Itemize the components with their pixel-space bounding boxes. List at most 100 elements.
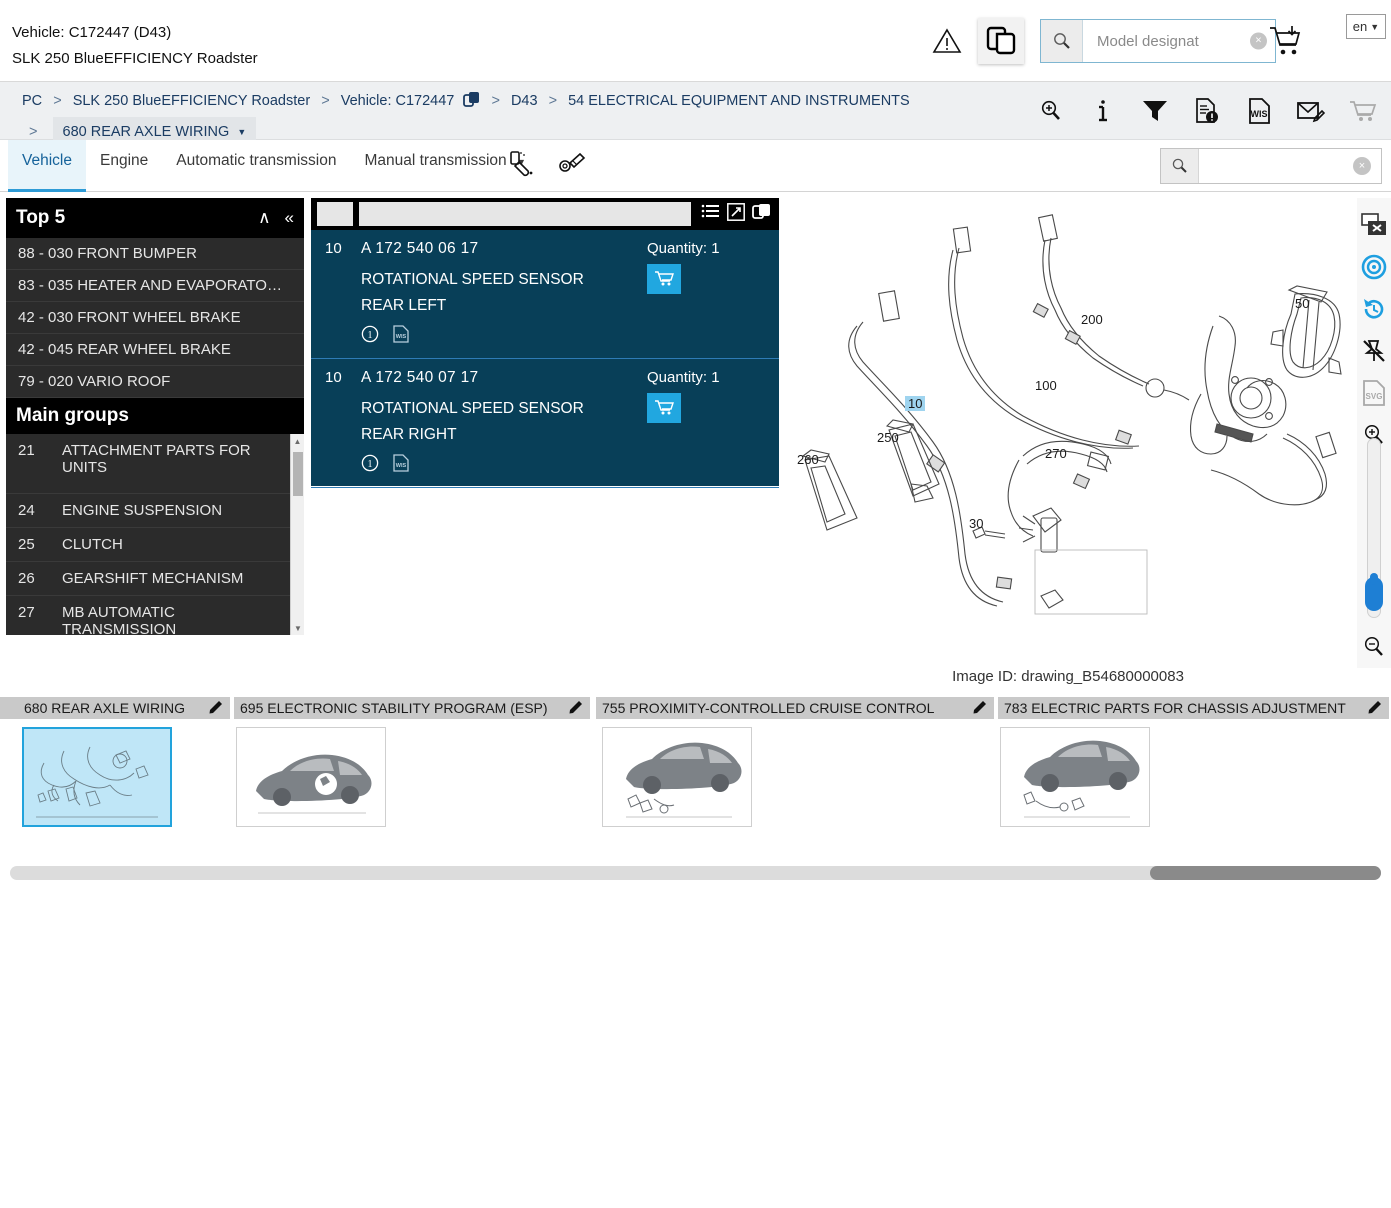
- thumbnail-header-755[interactable]: 755 PROXIMITY-CONTROLLED CRUISE CONTROL: [596, 697, 994, 719]
- edit-pencil-icon[interactable]: [973, 699, 988, 717]
- close-window-icon[interactable]: [1357, 204, 1391, 246]
- fastener-icon[interactable]: [558, 150, 586, 183]
- part-position: 10: [325, 240, 342, 257]
- chevrons-left-icon[interactable]: «: [285, 208, 294, 228]
- main-groups-list: 21 ATTACHMENT PARTS FOR UNITS 24 ENGINE …: [6, 434, 304, 635]
- list-view-icon[interactable]: [701, 203, 720, 225]
- diagram-callout-260[interactable]: 260: [797, 452, 819, 467]
- breadcrumb-item-2[interactable]: Vehicle: C172447: [341, 93, 455, 109]
- tab-vehicle[interactable]: Vehicle: [8, 140, 86, 192]
- main-group-item-25[interactable]: 25 CLUTCH: [6, 528, 304, 562]
- language-select[interactable]: en ▼: [1346, 14, 1386, 39]
- top5-item-4[interactable]: 79 - 020 VARIO ROOF: [6, 366, 304, 398]
- svg-export-icon: SVG: [1357, 372, 1391, 414]
- breadcrumb-item-0[interactable]: PC: [22, 93, 42, 109]
- history-reset-icon[interactable]: [1357, 288, 1391, 330]
- wiring-harness-drawing: [36, 746, 158, 818]
- zoom-in-icon[interactable]: [1037, 96, 1065, 126]
- parts-diagram[interactable]: 10 30 50 100 200 250 260 270: [783, 198, 1353, 668]
- info-icon[interactable]: [1089, 96, 1117, 126]
- edit-pencil-icon[interactable]: [1368, 699, 1383, 717]
- car-silhouette: [626, 742, 742, 818]
- diagram-toolbar: SVG: [1357, 198, 1391, 668]
- add-to-cart-icon[interactable]: [647, 393, 681, 423]
- wis-document-icon[interactable]: WIS: [1245, 96, 1273, 126]
- thumbnail-header-680[interactable]: 680 REAR AXLE WIRING: [18, 697, 230, 719]
- add-to-cart-icon[interactable]: [1268, 24, 1304, 58]
- main-groups-scrollbar[interactable]: ▲ ▼: [290, 434, 304, 635]
- catalog-search[interactable]: ×: [1160, 148, 1382, 184]
- diagram-callout-250[interactable]: 250: [877, 430, 899, 445]
- shopping-cart-icon[interactable]: [1349, 96, 1377, 126]
- expand-fullscreen-icon[interactable]: [727, 202, 745, 226]
- main-group-item-27[interactable]: 27 MB AUTOMATIC TRANSMISSION: [6, 596, 304, 635]
- scrollbar-thumb[interactable]: [293, 452, 303, 496]
- clear-icon[interactable]: ×: [1353, 157, 1371, 175]
- diagram-callout-270[interactable]: 270: [1045, 446, 1067, 461]
- edit-pencil-icon[interactable]: [569, 699, 584, 717]
- part-quantity: Quantity: 1: [647, 240, 720, 257]
- clear-icon[interactable]: ×: [1250, 32, 1267, 50]
- wis-document-icon[interactable]: WIS: [393, 454, 409, 477]
- wis-document-icon[interactable]: WIS: [393, 325, 409, 348]
- diagram-callout-50[interactable]: 50: [1295, 296, 1309, 311]
- email-edit-icon[interactable]: [1297, 96, 1325, 126]
- breadcrumb-item-4[interactable]: 54 ELECTRICAL EQUIPMENT AND INSTRUMENTS: [568, 93, 910, 109]
- target-focus-icon[interactable]: [1357, 246, 1391, 288]
- unpin-icon[interactable]: [1357, 330, 1391, 372]
- thumbnail-header-695[interactable]: 695 ELECTRONIC STABILITY PROGRAM (ESP): [234, 697, 590, 719]
- table-row[interactable]: 10 A 172 540 06 17 ROTATIONAL SPEED SENS…: [311, 230, 779, 359]
- model-search[interactable]: Model designat ×: [1040, 19, 1276, 63]
- thumbnail-695-esp[interactable]: [236, 727, 386, 827]
- edit-pencil-icon[interactable]: [209, 699, 224, 717]
- breadcrumb-copy-icon[interactable]: [463, 91, 480, 117]
- thumbnail-header-783[interactable]: 783 ELECTRIC PARTS FOR CHASSIS ADJUSTMEN…: [998, 697, 1389, 719]
- tab-engine[interactable]: Engine: [86, 140, 162, 192]
- scroll-up-icon[interactable]: ▲: [291, 434, 304, 448]
- top5-item-2[interactable]: 42 - 030 FRONT WHEEL BRAKE: [6, 302, 304, 334]
- add-to-cart-icon[interactable]: [647, 264, 681, 294]
- zoom-slider-knob[interactable]: [1365, 573, 1383, 611]
- main-group-item-26[interactable]: 26 GEARSHIFT MECHANISM: [6, 562, 304, 596]
- diagram-callout-10[interactable]: 10: [905, 396, 926, 411]
- diagram-callout-200[interactable]: 200: [1081, 312, 1103, 327]
- thumbnail-680-rear-axle-wiring[interactable]: [22, 727, 172, 827]
- top5-item-1[interactable]: 83 - 035 HEATER AND EVAPORATOR H...: [6, 270, 304, 302]
- strip-horizontal-scrollbar[interactable]: [10, 866, 1381, 880]
- thumbnail-755-cruise-control[interactable]: [602, 727, 752, 827]
- catalog-search-input[interactable]: ×: [1199, 149, 1381, 183]
- top5-item-3[interactable]: 42 - 045 REAR WHEEL BRAKE: [6, 334, 304, 366]
- paint-code-icon[interactable]: [508, 150, 536, 183]
- thumbnail-header-partial[interactable]: _: [0, 697, 18, 719]
- breadcrumb-item-1[interactable]: SLK 250 BlueEFFICIENCY Roadster: [73, 93, 310, 109]
- diagram-callout-100[interactable]: 100: [1035, 378, 1057, 393]
- tab-automatic-transmission[interactable]: Automatic transmission: [162, 140, 350, 192]
- document-alert-icon[interactable]: [1193, 96, 1221, 126]
- duplicate-window-icon[interactable]: [752, 203, 771, 226]
- part-description-line1: ROTATIONAL SPEED SENSOR: [361, 271, 584, 288]
- main-group-item-24[interactable]: 24 ENGINE SUSPENSION: [6, 494, 304, 528]
- main-group-label: GEARSHIFT MECHANISM: [62, 570, 244, 587]
- scrollbar-thumb[interactable]: [1150, 866, 1381, 880]
- zoom-out-icon[interactable]: [1357, 626, 1391, 668]
- warning-triangle-icon[interactable]: [932, 27, 962, 55]
- zoom-slider[interactable]: [1365, 438, 1383, 618]
- table-row[interactable]: 10 A 172 540 07 17 ROTATIONAL SPEED SENS…: [311, 359, 779, 488]
- left-sidebar: Top 5 ∧ « 88 - 030 FRONT BUMPER 83 - 035…: [6, 198, 304, 636]
- info-circle-icon[interactable]: 1: [361, 325, 379, 348]
- main-group-item-21[interactable]: 21 ATTACHMENT PARTS FOR UNITS: [6, 434, 304, 494]
- thumbnail-title: 755 PROXIMITY-CONTROLLED CRUISE CONTROL: [602, 700, 935, 716]
- model-search-input[interactable]: Model designat ×: [1083, 20, 1275, 62]
- top5-item-0[interactable]: 88 - 030 FRONT BUMPER: [6, 238, 304, 270]
- svg-text:1: 1: [368, 330, 373, 341]
- breadcrumb-item-3[interactable]: D43: [511, 93, 538, 109]
- copy-documents-icon[interactable]: [978, 18, 1024, 64]
- thumbnail-783-chassis-adjustment[interactable]: [1000, 727, 1150, 827]
- vehicle-id: Vehicle: C172447 (D43): [12, 24, 172, 41]
- chevron-up-icon[interactable]: ∧: [258, 208, 270, 228]
- filter-funnel-icon[interactable]: [1141, 96, 1169, 126]
- scroll-down-icon[interactable]: ▼: [291, 621, 304, 635]
- info-circle-icon[interactable]: 1: [361, 454, 379, 477]
- diagram-callout-30[interactable]: 30: [969, 516, 983, 531]
- breadcrumb-separator: >: [548, 93, 558, 109]
